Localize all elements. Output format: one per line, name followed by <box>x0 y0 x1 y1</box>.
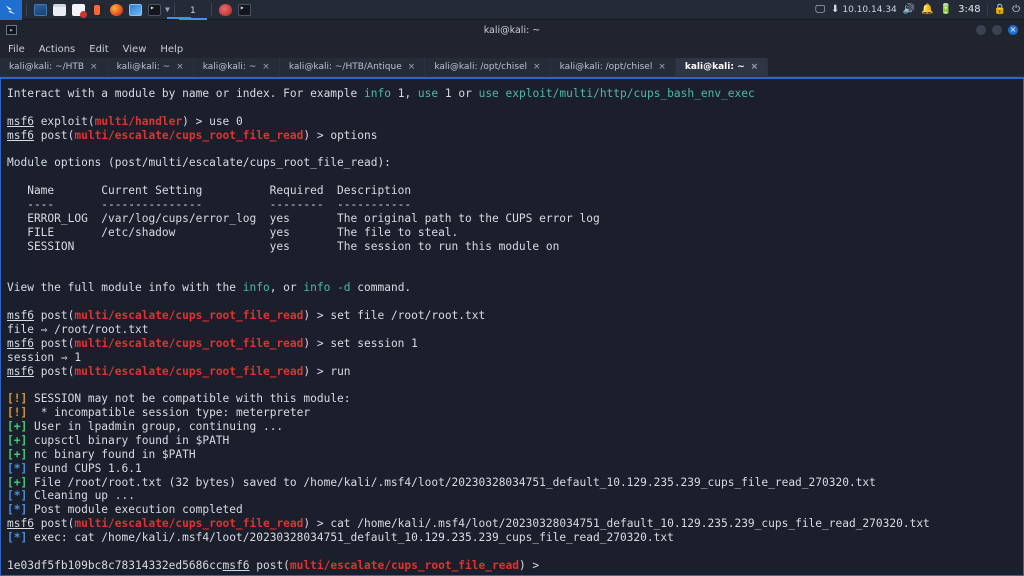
kali-dragon-icon <box>5 5 16 14</box>
tab-close-icon[interactable]: × <box>90 62 98 72</box>
terminal-output-area[interactable]: Interact with a module by name or index.… <box>0 77 1024 576</box>
launcher-folder[interactable] <box>50 0 69 20</box>
tab-3[interactable]: kali@kali: ~/HTB/Antique × <box>279 58 426 76</box>
tab-close-icon[interactable]: × <box>751 62 759 72</box>
taskbar-launchers: ▼ 1 <box>0 0 254 20</box>
display-icon[interactable]: 🖵 <box>815 4 825 15</box>
launcher-terminal-dark[interactable] <box>145 0 164 20</box>
terminal-text: Interact with a module by name or index.… <box>7 87 930 572</box>
taskbar-separator <box>210 3 212 16</box>
tab-label: kali@kali: ~ <box>116 62 171 72</box>
status-divider <box>986 3 988 16</box>
tab-label: kali@kali: ~/HTB/Antique <box>288 62 402 72</box>
file-manager-icon <box>34 3 47 16</box>
tab-5[interactable]: kali@kali: /opt/chisel × <box>550 58 676 76</box>
tab-6-active[interactable]: kali@kali: ~ × <box>675 58 769 76</box>
launcher-burpsuite[interactable] <box>88 0 107 20</box>
window-titlebar: ▸ kali@kali: ~ × <box>0 20 1024 40</box>
maximize-button[interactable] <box>992 25 1002 35</box>
folder-icon <box>53 3 66 16</box>
taskbar-separator <box>26 3 27 16</box>
tab-4[interactable]: kali@kali: /opt/chisel × <box>425 58 551 76</box>
tab-0[interactable]: kali@kali: ~/HTB × <box>0 58 108 76</box>
tab-label: kali@kali: ~ <box>684 62 745 72</box>
window-title: kali@kali: ~ <box>483 24 541 36</box>
vpn-ip-label: 10.10.14.34 <box>842 4 897 15</box>
taskbar-separator <box>173 3 175 16</box>
tab-1[interactable]: kali@kali: ~ × <box>107 58 194 76</box>
menu-actions[interactable]: Actions <box>39 44 76 55</box>
terminal-dark-icon <box>148 3 161 16</box>
apple-window-icon <box>218 3 232 16</box>
notification-bell-icon[interactable]: 🔔 <box>921 4 933 15</box>
power-icon[interactable]: ⏻ <box>1012 4 1020 15</box>
clock-label[interactable]: 3:48 <box>958 4 980 15</box>
launcher-file-manager[interactable] <box>31 0 50 20</box>
launcher-terminal[interactable] <box>126 0 145 20</box>
menu-view[interactable]: View <box>123 44 147 55</box>
terminal-window-icon <box>237 3 251 16</box>
terminal-window: ▸ kali@kali: ~ × File Actions Edit View … <box>0 20 1024 576</box>
terminal-blue-icon <box>129 3 142 16</box>
kali-menu-button[interactable] <box>0 0 22 20</box>
desktop-taskbar: ▼ 1 🖵 ⬇ 10.10.14.34 🔊 🔔 🔋 3:48 🔒 ⏻ <box>0 0 1024 20</box>
menu-bar: File Actions Edit View Help <box>0 40 1024 58</box>
tab-close-icon[interactable]: × <box>262 62 270 72</box>
document-icon <box>72 3 87 18</box>
vpn-icon: ⬇ <box>831 3 840 15</box>
tab-close-icon[interactable]: × <box>533 62 541 72</box>
menu-help[interactable]: Help <box>160 44 183 55</box>
window-button-terminal[interactable] <box>235 0 254 20</box>
vpn-status[interactable]: ⬇ 10.10.14.34 <box>831 3 897 15</box>
window-button-apple[interactable] <box>216 0 235 20</box>
launcher-document[interactable] <box>69 0 88 20</box>
tab-close-icon[interactable]: × <box>176 62 184 72</box>
menu-edit[interactable]: Edit <box>89 44 108 55</box>
battery-icon[interactable]: 🔋 <box>940 4 952 15</box>
lock-icon[interactable]: 🔒 <box>994 4 1006 15</box>
active-window-underline <box>167 17 191 19</box>
launcher-firefox[interactable] <box>107 0 126 20</box>
burpsuite-icon <box>91 3 104 16</box>
tab-close-icon[interactable]: × <box>658 62 666 72</box>
tab-close-icon[interactable]: × <box>408 62 416 72</box>
menu-file[interactable]: File <box>8 44 25 55</box>
tab-label: kali@kali: ~/HTB <box>9 62 85 72</box>
close-button[interactable]: × <box>1008 25 1018 35</box>
firefox-icon <box>110 3 123 16</box>
tab-bar: kali@kali: ~/HTB × kali@kali: ~ × kali@k… <box>0 58 1024 77</box>
minimize-button[interactable] <box>976 25 986 35</box>
tab-label: kali@kali: /opt/chisel <box>434 62 528 72</box>
window-controls: × <box>976 25 1018 35</box>
tab-label: kali@kali: /opt/chisel <box>559 62 653 72</box>
tab-2[interactable]: kali@kali: ~ × <box>193 58 280 76</box>
volume-icon[interactable]: 🔊 <box>903 4 915 15</box>
taskbar-status-area: 🖵 ⬇ 10.10.14.34 🔊 🔔 🔋 3:48 🔒 ⏻ <box>815 0 1024 19</box>
tab-label: kali@kali: ~ <box>202 62 257 72</box>
chevron-down-icon[interactable]: ▼ <box>165 5 170 14</box>
